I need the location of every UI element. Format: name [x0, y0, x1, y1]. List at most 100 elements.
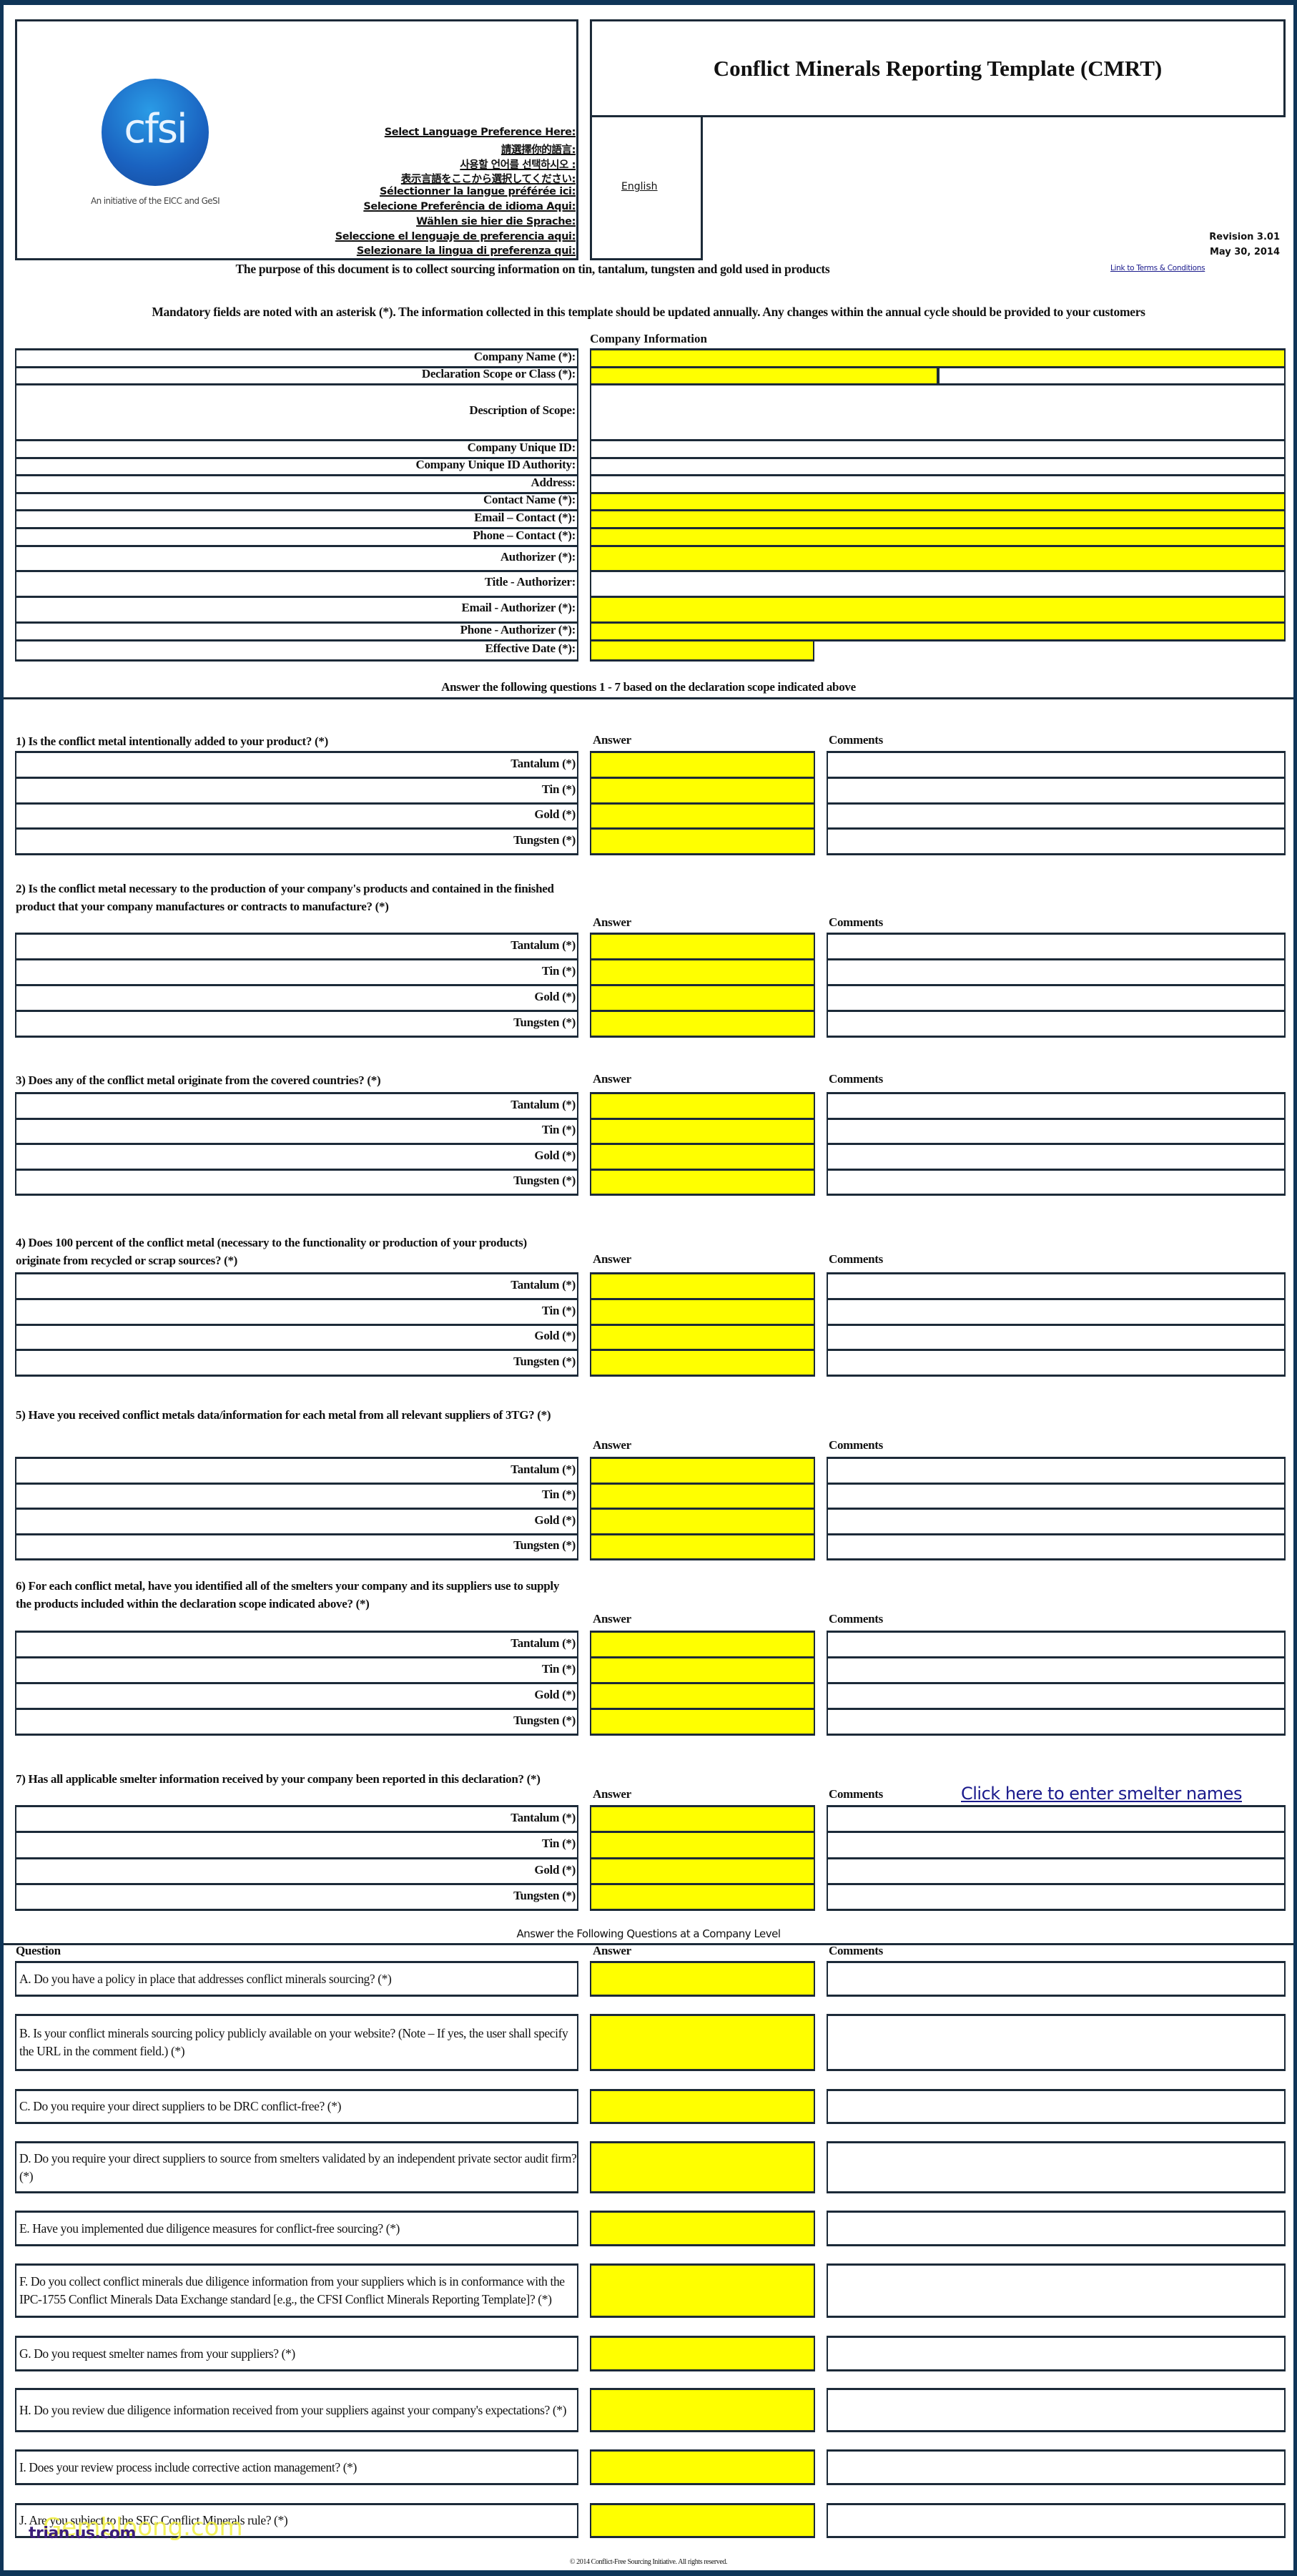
comments-input[interactable] — [827, 1508, 1286, 1535]
comments-input[interactable] — [827, 1682, 1286, 1710]
field-input[interactable] — [590, 621, 1286, 641]
field-input[interactable] — [590, 474, 1286, 494]
answer-dropdown[interactable] — [590, 1882, 815, 1911]
comments-input[interactable] — [827, 1805, 1286, 1834]
comments-input[interactable] — [827, 1482, 1286, 1510]
answer-dropdown[interactable] — [590, 776, 815, 805]
answer-dropdown[interactable] — [590, 1805, 815, 1834]
answer-dropdown[interactable] — [590, 2449, 815, 2485]
field-input[interactable] — [590, 570, 1286, 598]
answer-dropdown[interactable] — [590, 1533, 815, 1560]
field-input[interactable] — [590, 383, 1286, 441]
language-select[interactable]: English — [621, 181, 658, 192]
answer-dropdown[interactable] — [590, 751, 815, 779]
smelter-names-link[interactable]: Click here to enter smelter names — [961, 1784, 1242, 1804]
language-prompt[interactable]: 사용할 언어를 선택하시오 : — [460, 157, 576, 172]
answer-dropdown[interactable] — [590, 1457, 815, 1485]
language-prompt[interactable]: 請選擇你的語言: — [501, 142, 576, 157]
answer-dropdown[interactable] — [590, 1272, 815, 1300]
field-input[interactable] — [590, 509, 1286, 529]
answer-dropdown[interactable] — [590, 1682, 815, 1710]
language-prompt[interactable]: Selezionare la lingua di preferenza qui: — [357, 245, 576, 257]
language-prompt[interactable]: Select Language Preference Here: — [385, 127, 576, 138]
comments-input[interactable] — [827, 933, 1286, 960]
answer-dropdown[interactable] — [590, 2014, 815, 2071]
answer-dropdown[interactable] — [590, 1708, 815, 1736]
comments-input[interactable] — [827, 1533, 1286, 1560]
comments-input[interactable] — [827, 958, 1286, 986]
comments-input[interactable] — [827, 1168, 1286, 1196]
language-prompt[interactable]: 表示言語をここから選択してください: — [401, 171, 576, 186]
field-input[interactable] — [590, 596, 1286, 624]
answer-dropdown[interactable] — [590, 1092, 815, 1120]
answer-dropdown[interactable] — [590, 1961, 815, 1997]
answer-dropdown[interactable] — [590, 2141, 815, 2193]
answer-dropdown[interactable] — [590, 1656, 815, 1684]
comments-input[interactable] — [827, 1708, 1286, 1736]
language-prompt[interactable]: Selecione Preferência de idioma Aqui: — [363, 201, 576, 212]
field-input[interactable] — [590, 439, 1286, 459]
answer-dropdown[interactable] — [590, 1168, 815, 1196]
answer-dropdown[interactable] — [590, 1857, 815, 1885]
comments-input[interactable] — [827, 2388, 1286, 2432]
terms-link[interactable]: Link to Terms & Conditions — [1110, 264, 1205, 272]
answer-dropdown[interactable] — [590, 2503, 815, 2538]
comments-input[interactable] — [827, 1831, 1286, 1859]
comments-input[interactable] — [827, 1349, 1286, 1377]
language-prompt[interactable]: Seleccione el lenguaje de preferencia aq… — [335, 231, 576, 242]
answer-dropdown[interactable] — [590, 1323, 815, 1352]
comments-input[interactable] — [827, 1656, 1286, 1684]
field-input[interactable] — [590, 348, 1286, 368]
comments-input[interactable] — [827, 751, 1286, 779]
language-prompt[interactable]: Wählen sie hier die Sprache: — [416, 216, 576, 227]
answer-dropdown[interactable] — [590, 1117, 815, 1145]
answer-dropdown[interactable] — [590, 1508, 815, 1535]
comments-input[interactable] — [827, 1010, 1286, 1038]
answer-dropdown[interactable] — [590, 1482, 815, 1510]
comments-input[interactable] — [827, 984, 1286, 1012]
answer-dropdown[interactable] — [590, 984, 815, 1012]
comments-input[interactable] — [827, 2141, 1286, 2193]
comments-input[interactable] — [827, 2014, 1286, 2071]
answer-dropdown[interactable] — [590, 1349, 815, 1377]
comments-input[interactable] — [827, 1297, 1286, 1326]
comments-input[interactable] — [827, 1961, 1286, 1997]
answer-dropdown[interactable] — [590, 1297, 815, 1326]
comments-input[interactable] — [827, 2449, 1286, 2485]
field-input[interactable] — [590, 527, 1286, 547]
comments-input[interactable] — [827, 1272, 1286, 1300]
field-input[interactable] — [590, 457, 1286, 476]
field-input[interactable] — [590, 366, 938, 385]
comments-input[interactable] — [827, 2336, 1286, 2371]
comments-input[interactable] — [827, 1857, 1286, 1885]
comments-input[interactable] — [827, 827, 1286, 855]
comments-input[interactable] — [827, 1143, 1286, 1171]
field-input[interactable] — [590, 639, 814, 662]
comments-input[interactable] — [827, 802, 1286, 830]
answer-dropdown[interactable] — [590, 1143, 815, 1171]
comments-input[interactable] — [827, 1882, 1286, 1911]
field-input[interactable] — [590, 492, 1286, 511]
comments-input[interactable] — [827, 2263, 1286, 2318]
answer-dropdown[interactable] — [590, 2089, 815, 2124]
comments-input[interactable] — [827, 2503, 1286, 2538]
answer-dropdown[interactable] — [590, 933, 815, 960]
language-prompt[interactable]: Sélectionner la langue préférée ici: — [380, 186, 576, 197]
comments-input[interactable] — [827, 1323, 1286, 1352]
comments-input[interactable] — [827, 2211, 1286, 2246]
answer-dropdown[interactable] — [590, 802, 815, 830]
comments-input[interactable] — [827, 2089, 1286, 2124]
comments-input[interactable] — [827, 1092, 1286, 1120]
comments-input[interactable] — [827, 1117, 1286, 1145]
comments-input[interactable] — [827, 776, 1286, 805]
answer-dropdown[interactable] — [590, 1631, 815, 1658]
answer-dropdown[interactable] — [590, 958, 815, 986]
comments-input[interactable] — [827, 1457, 1286, 1485]
answer-dropdown[interactable] — [590, 827, 815, 855]
answer-dropdown[interactable] — [590, 2211, 815, 2246]
answer-dropdown[interactable] — [590, 1010, 815, 1038]
answer-dropdown[interactable] — [590, 2263, 815, 2318]
answer-dropdown[interactable] — [590, 2388, 815, 2432]
answer-dropdown[interactable] — [590, 1831, 815, 1859]
answer-dropdown[interactable] — [590, 2336, 815, 2371]
